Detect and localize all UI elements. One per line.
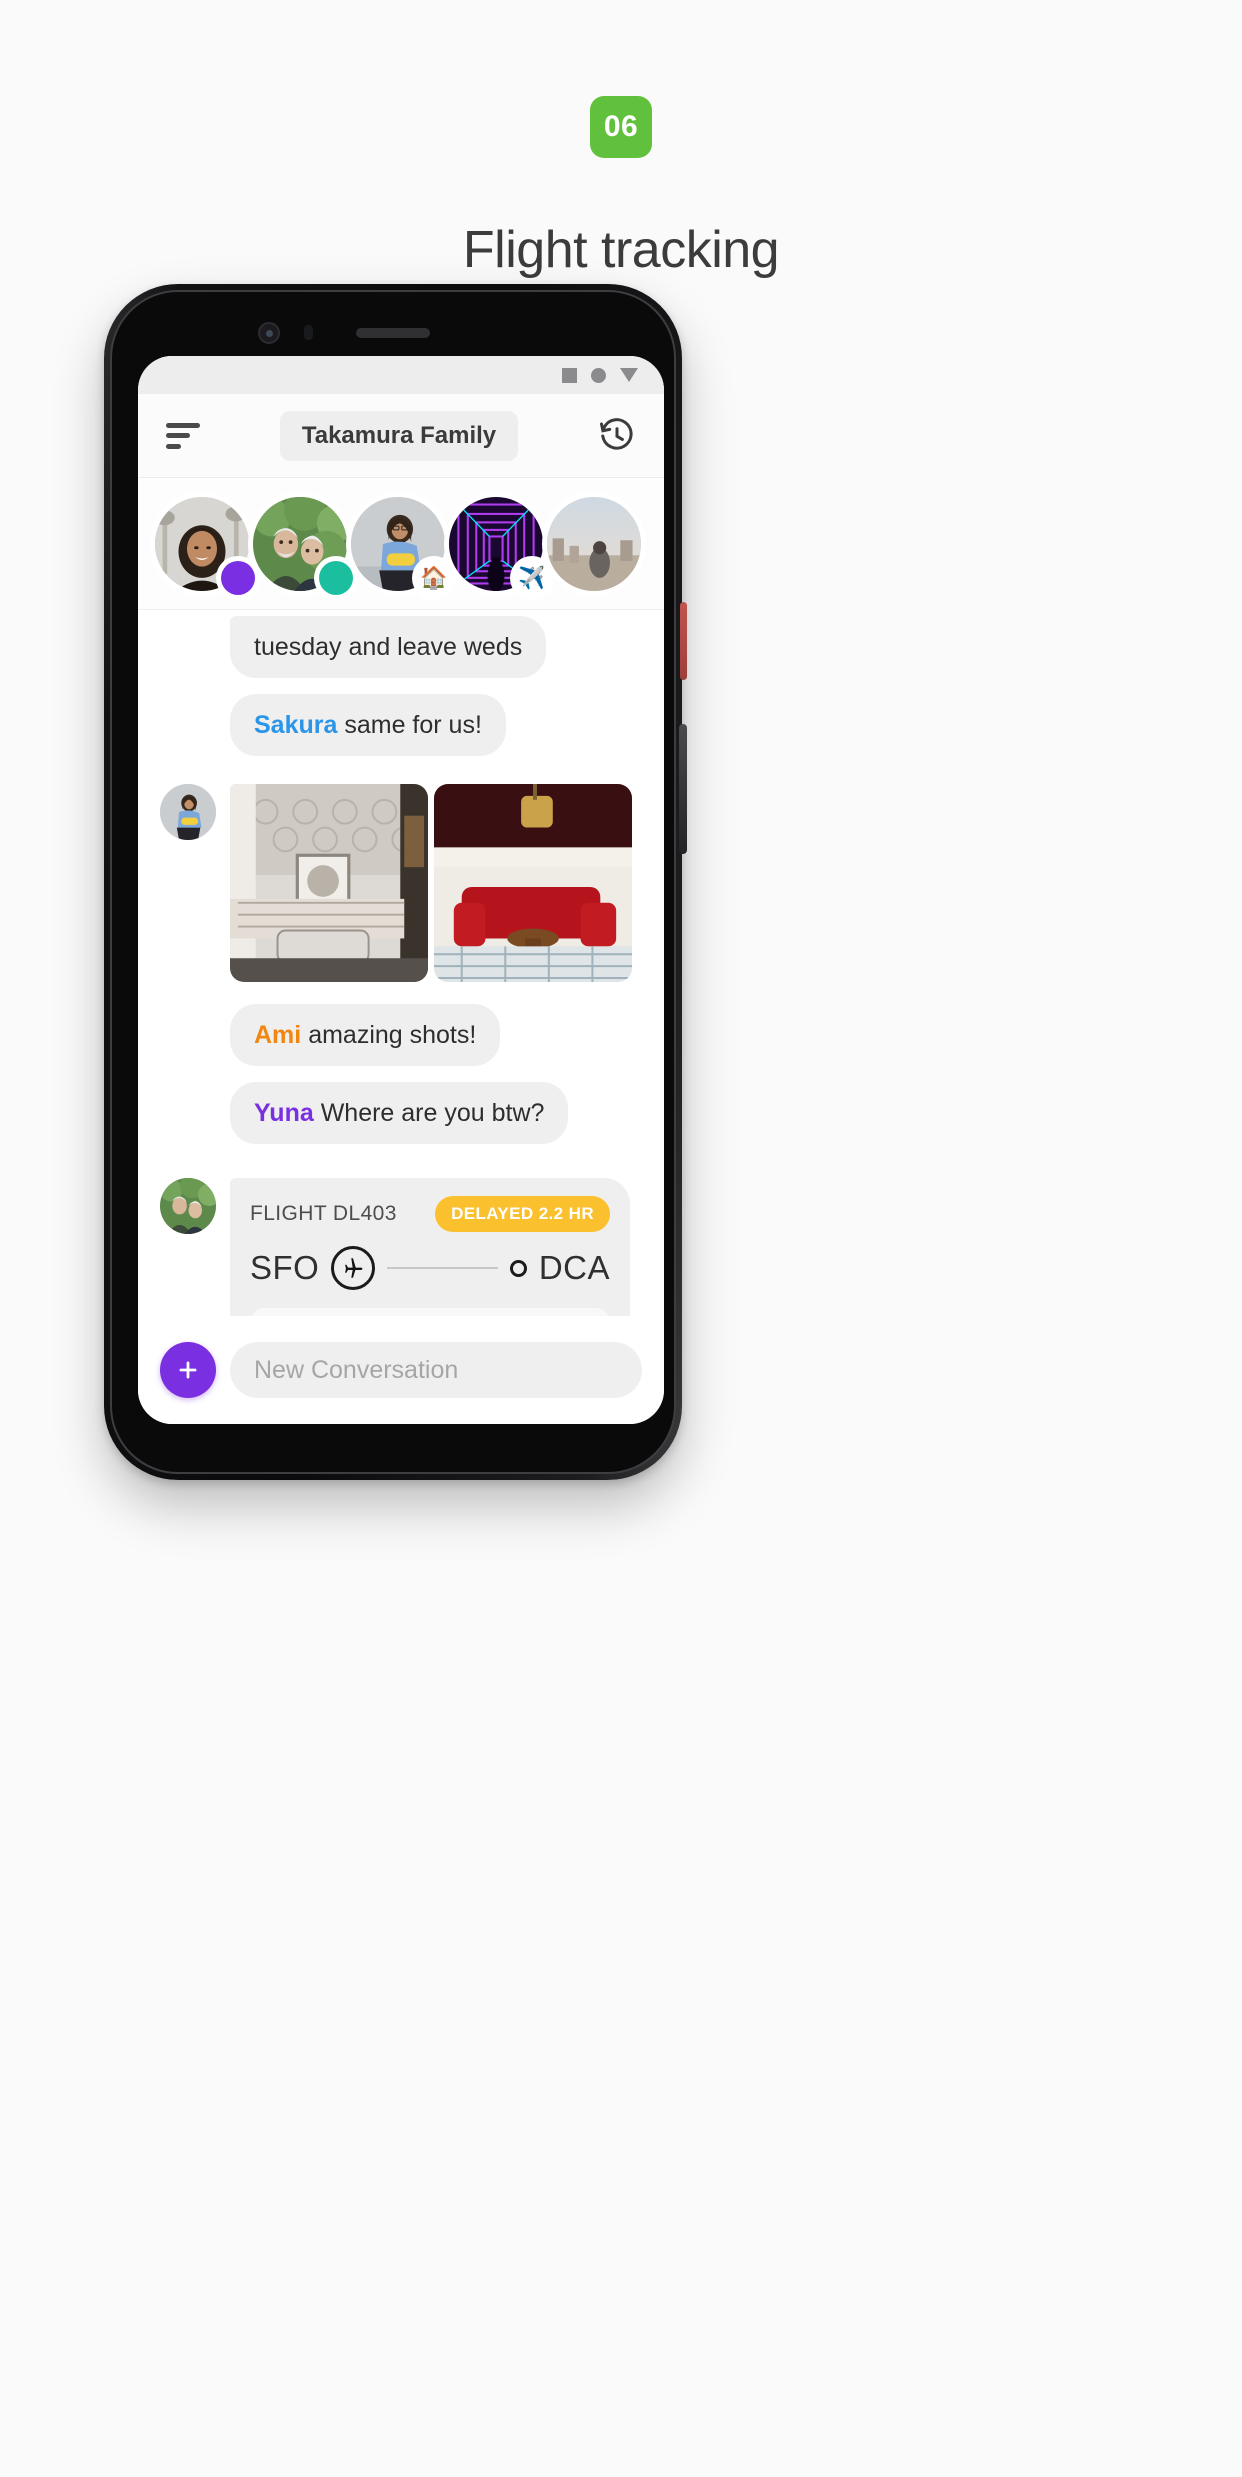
chat-thread[interactable]: tuesday and leave weds Sakura same for u… [138,610,664,1316]
message-composer: New Conversation [138,1316,664,1424]
message-sender: Yuna [254,1099,314,1127]
origin-code: SFO [250,1249,320,1286]
sort-lines-icon[interactable] [166,422,200,449]
triangle-down-icon [620,368,638,382]
earpiece-speaker [356,328,430,338]
proximity-sensor-icon [304,325,313,340]
message-row: Yuna Where are you btw? [160,1082,642,1144]
page-header: 06 Flight tracking [0,0,1242,280]
message-text: tuesday and leave weds [254,633,523,661]
photo-attachment-group[interactable] [230,784,632,982]
message-row: tuesday and leave weds [160,616,642,678]
message-bubble[interactable]: tuesday and leave weds [230,616,547,678]
list-item[interactable] [248,491,358,600]
chat-title-chip[interactable]: Takamura Family [279,410,519,461]
message-row: Ami amazing shots! [160,1004,642,1066]
front-camera-icon [258,322,280,344]
status-bar [138,356,664,394]
message-sender: Ami [254,1021,302,1049]
message-bubble[interactable]: Ami amazing shots! [230,1004,501,1066]
message-text: amazing shots! [308,1021,477,1049]
message-text: Where are you btw? [320,1099,545,1127]
history-clock-icon[interactable] [598,417,636,455]
list-item[interactable] [542,491,646,596]
flight-route: SFO DCA [250,1246,610,1290]
plus-icon[interactable] [160,1342,216,1398]
new-conversation-input[interactable]: New Conversation [230,1342,642,1398]
phone-screen: Takamura Family 🏠 ✈️ tuesday and leave w… [138,356,664,1424]
page-title: Flight tracking [462,221,780,279]
list-item[interactable]: 🏠 [346,491,456,600]
step-number-badge: 06 [590,96,652,158]
airplane-circle-icon [331,1246,376,1290]
message-text: same for us! [344,711,482,739]
stories-row[interactable]: 🏠 ✈️ [138,478,664,610]
list-item[interactable] [150,491,260,600]
photo-attachment[interactable] [434,784,632,982]
flight-times: San Francisco 8:25 AM EST Washington DC … [250,1308,610,1316]
flight-number-label: FLIGHT DL403 [250,1202,397,1225]
volume-button[interactable] [680,602,687,680]
status-badge: DELAYED 2.2 HR [435,1196,610,1232]
avatar[interactable] [160,1178,216,1234]
message-row: Sakura same for us! [160,694,642,756]
photo-attachment[interactable] [230,784,428,982]
phone-mockup: Takamura Family 🏠 ✈️ tuesday and leave w… [104,284,687,1480]
message-row [160,784,642,982]
avatar[interactable] [160,784,216,840]
flight-message-row: FLIGHT DL403 DELAYED 2.2 HR SFO DCA [160,1178,642,1316]
app-bar: Takamura Family [138,394,664,478]
message-bubble[interactable]: Sakura same for us! [230,694,506,756]
phone-bezel: Takamura Family 🏠 ✈️ tuesday and leave w… [110,290,676,1474]
avatar [542,491,646,596]
flight-card-header: FLIGHT DL403 DELAYED 2.2 HR [250,1196,610,1232]
square-icon [562,367,577,383]
destination-code: DCA [538,1249,610,1286]
message-bubble[interactable]: Yuna Where are you btw? [230,1082,569,1144]
power-button[interactable] [679,724,687,854]
message-sender: Sakura [254,711,338,739]
route-line [387,1267,498,1269]
destination-dot-icon [509,1259,527,1277]
list-item[interactable]: ✈️ [444,491,554,600]
flight-tracking-card[interactable]: FLIGHT DL403 DELAYED 2.2 HR SFO DCA [230,1178,630,1316]
circle-icon [591,367,606,383]
